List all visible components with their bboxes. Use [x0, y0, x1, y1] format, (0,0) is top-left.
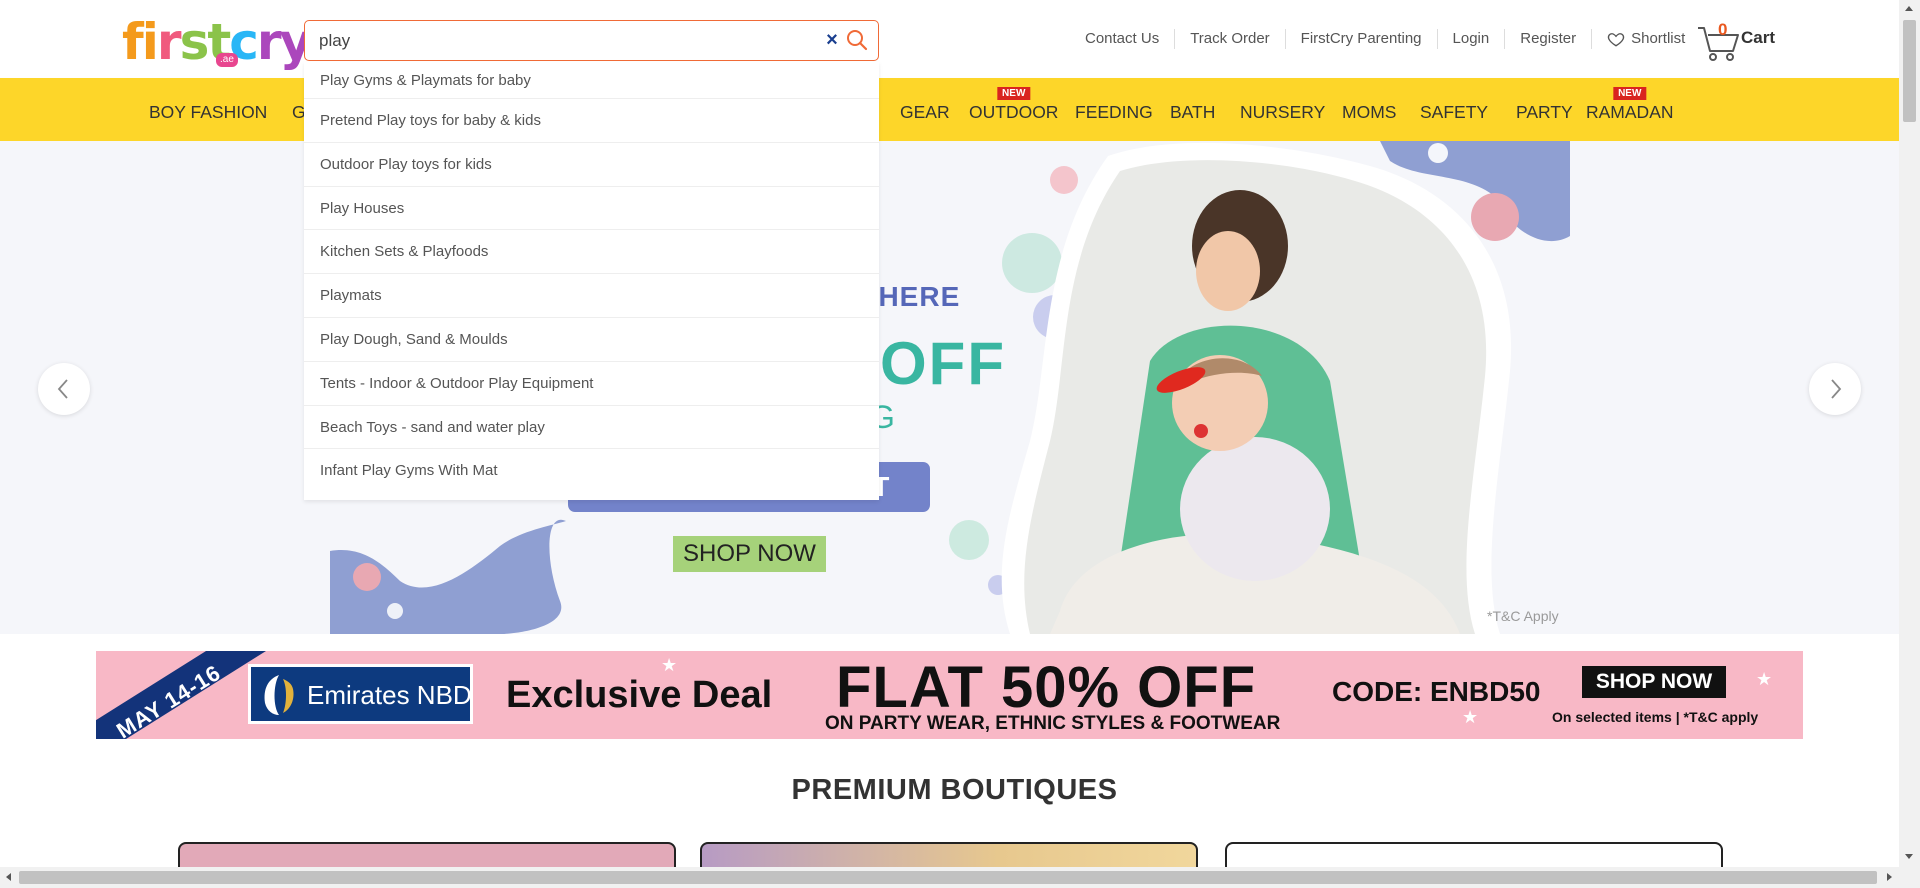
suggestion-item[interactable]: Pretend Play toys for baby & kids — [304, 99, 879, 143]
bank-logo: Emirates NBD — [248, 664, 473, 724]
shortlist-label: Shortlist — [1631, 30, 1686, 47]
horizontal-scroll-thumb[interactable] — [19, 871, 1877, 884]
nav-ramadan[interactable]: NEW RAMADAN — [1586, 87, 1674, 123]
carousel-prev-button[interactable] — [38, 363, 90, 415]
firstcry-logo[interactable]: firstcry .ae — [122, 14, 312, 70]
promo-shop-now-button[interactable]: SHOP NOW — [1582, 666, 1726, 698]
nav-label: RAMADAN — [1586, 102, 1674, 122]
suggestion-item[interactable]: Kitchen Sets & Playfoods — [304, 230, 879, 275]
nav-label: FEEDING — [1075, 102, 1153, 122]
cart-label: Cart — [1741, 28, 1776, 47]
bank-mark-icon — [264, 675, 294, 715]
nav-label: BOY FASHION — [149, 102, 268, 122]
new-badge: NEW — [997, 87, 1031, 100]
heart-icon — [1607, 33, 1625, 47]
promo-note: On selected items | *T&C apply — [1552, 709, 1759, 725]
vertical-scroll-thumb[interactable] — [1903, 20, 1916, 122]
vertical-scrollbar[interactable] — [1899, 0, 1920, 888]
scroll-down-icon[interactable] — [1905, 854, 1913, 859]
hero-carousel[interactable]: S HERE OFF G HT SHOP NOW *T&C Apply — [0, 141, 1899, 634]
premium-boutiques-title: PREMIUM BOUTIQUES — [791, 774, 1118, 806]
promo-subtext: ON PARTY WEAR, ETHNIC STYLES & FOOTWEAR — [825, 713, 1281, 734]
chevron-right-icon — [1831, 379, 1842, 399]
emirates-nbd-promo-banner[interactable]: MAY 14-16 Emirates NBD Exclusive Deal FL… — [96, 651, 1803, 739]
nav-bath[interactable]: BATH — [1170, 102, 1215, 123]
chevron-left-icon — [57, 379, 68, 399]
promo-code: CODE: ENBD50 — [1332, 676, 1541, 707]
clear-search-icon[interactable]: × — [821, 29, 843, 51]
nav-party[interactable]: PARTY — [1516, 102, 1573, 123]
page: firstcry .ae × Contact Us Track Order Fi… — [0, 0, 1920, 888]
horizontal-scrollbar[interactable] — [0, 867, 1899, 888]
contact-us-link[interactable]: Contact Us — [1070, 29, 1174, 49]
logo-tld: .ae — [216, 53, 238, 67]
nav-safety[interactable]: SAFETY — [1420, 102, 1488, 123]
promo-flat-off-text: FLAT 50% OFF — [836, 655, 1257, 720]
register-link[interactable]: Register — [1504, 29, 1591, 49]
nav-label: OUTDOOR — [969, 102, 1059, 122]
bank-name: Emirates NBD — [307, 680, 472, 710]
search-input[interactable] — [319, 29, 809, 53]
nav-feeding[interactable]: FEEDING — [1075, 102, 1153, 123]
hero-shop-now-button[interactable]: SHOP NOW — [673, 536, 826, 572]
hero-tnc-text: *T&C Apply — [1487, 608, 1559, 624]
search-suggestions-dropdown: Play Gyms & Playmats for baby Pretend Pl… — [304, 62, 879, 500]
nav-label: SAFETY — [1420, 102, 1489, 122]
nav-boy-fashion[interactable]: BOY FASHION — [149, 102, 267, 123]
new-badge: NEW — [1613, 87, 1647, 100]
nav-moms[interactable]: MOMS — [1342, 102, 1396, 123]
login-link[interactable]: Login — [1436, 29, 1505, 49]
scroll-up-icon[interactable] — [1905, 6, 1913, 11]
cart-button[interactable]: 0 Cart — [1697, 20, 1787, 62]
nav-outdoor[interactable]: NEW OUTDOOR — [969, 87, 1059, 123]
hero-discount-text: OFF — [880, 330, 1006, 397]
category-navbar: BOY FASHION G GEAR NEW OUTDOOR FEEDING BA… — [0, 78, 1899, 141]
header: firstcry .ae × Contact Us Track Order Fi… — [0, 0, 1899, 78]
firstcry-parenting-link[interactable]: FirstCry Parenting — [1284, 29, 1437, 49]
nav-label: MOMS — [1342, 102, 1397, 122]
top-links: Contact Us Track Order FirstCry Parentin… — [1070, 24, 1700, 54]
carousel-next-button[interactable] — [1809, 363, 1861, 415]
suggestion-item[interactable]: Play Gyms & Playmats for baby — [304, 62, 879, 99]
star-icon: ★ — [661, 655, 678, 675]
nav-label: PARTY — [1516, 102, 1573, 122]
nav-nursery[interactable]: NURSERY — [1240, 102, 1325, 123]
suggestion-item[interactable]: Play Houses — [304, 187, 879, 231]
suggestion-item[interactable]: Infant Play Gyms With Mat — [304, 449, 879, 493]
suggestion-item[interactable]: Outdoor Play toys for kids — [304, 143, 879, 187]
promo-exclusive-text: Exclusive Deal — [506, 674, 773, 716]
cart-count: 0 — [1718, 20, 1728, 39]
suggestion-item[interactable]: Playmats — [304, 274, 879, 318]
star-icon: ★ — [1756, 669, 1773, 689]
scroll-right-icon[interactable] — [1887, 873, 1892, 881]
nav-label: BATH — [1170, 102, 1216, 122]
shortlist-link[interactable]: Shortlist — [1591, 29, 1700, 49]
star-icon: ★ — [1462, 707, 1479, 727]
nav-label: NURSERY — [1240, 102, 1326, 122]
suggestion-item[interactable]: Beach Toys - sand and water play — [304, 406, 879, 450]
scroll-left-icon[interactable] — [6, 873, 11, 881]
search-icon[interactable] — [845, 28, 869, 52]
suggestion-item[interactable]: Play Dough, Sand & Moulds — [304, 318, 879, 362]
search-box: × — [304, 20, 879, 61]
nav-gear[interactable]: GEAR — [900, 102, 950, 123]
suggestion-item[interactable]: Tents - Indoor & Outdoor Play Equipment — [304, 362, 879, 406]
nav-label: GEAR — [900, 102, 950, 122]
track-order-link[interactable]: Track Order — [1174, 29, 1284, 49]
